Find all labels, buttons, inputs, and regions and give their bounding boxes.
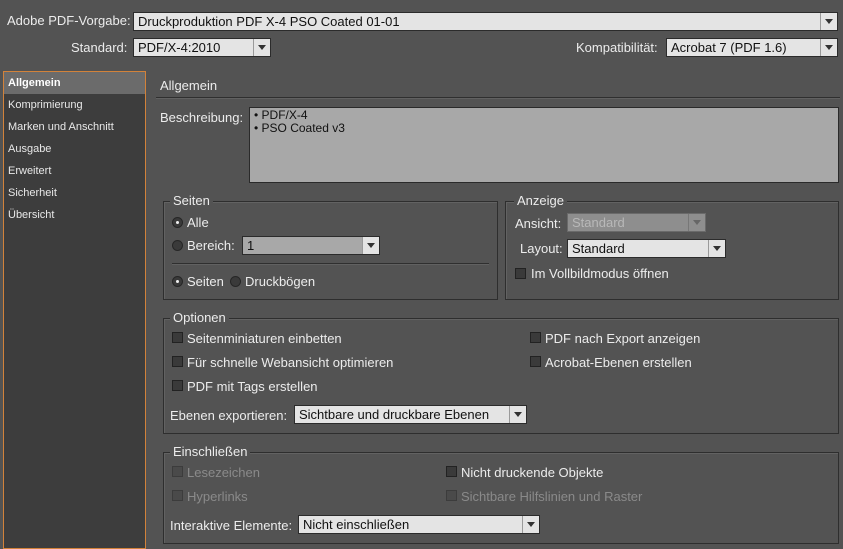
acrobat-layers-checkbox[interactable] bbox=[530, 356, 541, 367]
sidebar: Allgemein Komprimierung Marken und Ansch… bbox=[3, 71, 146, 549]
chevron-down-icon bbox=[522, 516, 539, 533]
seiten-divider bbox=[172, 263, 489, 264]
bookmarks-checkbox bbox=[172, 466, 183, 477]
preset-label: Adobe PDF-Vorgabe: bbox=[7, 13, 131, 28]
section-title: Allgemein bbox=[160, 78, 218, 93]
view-value: Standard bbox=[572, 215, 625, 230]
chevron-down-icon bbox=[820, 39, 837, 56]
standard-label: Standard: bbox=[71, 40, 128, 55]
sidebar-item-allgemein[interactable]: Allgemein bbox=[4, 72, 145, 94]
export-layers-value: Sichtbare und druckbare Ebenen bbox=[299, 407, 490, 422]
preset-dropdown[interactable]: Druckproduktion PDF X-4 PSO Coated 01-01 bbox=[133, 12, 838, 31]
range-value: 1 bbox=[247, 238, 255, 253]
chevron-down-icon bbox=[253, 39, 270, 56]
view-after-export-checkbox[interactable] bbox=[530, 332, 541, 343]
guides-grids-checkbox bbox=[446, 490, 457, 501]
export-layers-dropdown[interactable]: Sichtbare und druckbare Ebenen bbox=[294, 405, 527, 424]
layout-label: Layout: bbox=[520, 241, 563, 256]
fullscreen-checkbox[interactable] bbox=[515, 268, 526, 279]
view-after-export-label: PDF nach Export anzeigen bbox=[545, 331, 701, 346]
tagged-pdf-checkbox[interactable] bbox=[172, 380, 183, 391]
nonprinting-objects-label: Nicht druckende Objekte bbox=[461, 465, 604, 480]
tagged-pdf-label: PDF mit Tags erstellen bbox=[187, 379, 318, 394]
radio-range[interactable] bbox=[172, 240, 183, 251]
layout-dropdown[interactable]: Standard bbox=[567, 239, 726, 258]
description-line: • PSO Coated v3 bbox=[254, 121, 345, 135]
interactive-elements-label: Interaktive Elemente: bbox=[170, 518, 293, 533]
view-label: Ansicht: bbox=[515, 216, 562, 231]
section-divider bbox=[156, 97, 840, 98]
sidebar-item-komprimierung[interactable]: Komprimierung bbox=[4, 94, 145, 116]
sidebar-item-uebersicht[interactable]: Übersicht bbox=[4, 204, 145, 226]
interactive-elements-dropdown[interactable]: Nicht einschließen bbox=[298, 515, 540, 534]
fastweb-label: Für schnelle Webansicht optimieren bbox=[187, 355, 394, 370]
nonprinting-objects-checkbox[interactable] bbox=[446, 466, 457, 477]
layout-value: Standard bbox=[572, 241, 625, 256]
view-dropdown: Standard bbox=[567, 213, 706, 232]
guides-grids-label: Sichtbare Hilfslinien und Raster bbox=[461, 489, 643, 504]
standard-value: PDF/X-4:2010 bbox=[138, 40, 221, 55]
acrobat-layers-label: Acrobat-Ebenen erstellen bbox=[545, 355, 692, 370]
chevron-down-icon bbox=[362, 237, 379, 254]
include-group-title: Einschließen bbox=[170, 445, 251, 459]
bookmarks-label: Lesezeichen bbox=[187, 465, 260, 480]
compat-label: Kompatibilität: bbox=[576, 40, 658, 55]
chevron-down-icon bbox=[820, 13, 837, 30]
thumbnails-label: Seitenminiaturen einbetten bbox=[187, 331, 342, 346]
export-layers-label: Ebenen exportieren: bbox=[170, 408, 288, 423]
radio-spreads[interactable] bbox=[230, 276, 241, 287]
radio-all[interactable] bbox=[172, 217, 183, 228]
spreads-label: Druckbögen bbox=[245, 274, 316, 289]
chevron-down-icon bbox=[688, 214, 705, 231]
anzeige-group-title: Anzeige bbox=[514, 194, 567, 208]
description-label: Beschreibung: bbox=[160, 110, 244, 125]
compat-dropdown[interactable]: Acrobat 7 (PDF 1.6) bbox=[666, 38, 838, 57]
radio-pages[interactable] bbox=[172, 276, 183, 287]
fullscreen-label: Im Vollbildmodus öffnen bbox=[531, 266, 669, 281]
chevron-down-icon bbox=[509, 406, 526, 423]
description-textarea[interactable]: • PDF/X-4 • PSO Coated v3 bbox=[249, 107, 839, 183]
hyperlinks-label: Hyperlinks bbox=[187, 489, 248, 504]
sidebar-item-marken-und-anschnitt[interactable]: Marken und Anschnitt bbox=[4, 116, 145, 138]
range-label: Bereich: bbox=[187, 238, 235, 253]
optionen-group-title: Optionen bbox=[170, 311, 229, 325]
preset-value: Druckproduktion PDF X-4 PSO Coated 01-01 bbox=[138, 14, 400, 29]
sidebar-item-ausgabe[interactable]: Ausgabe bbox=[4, 138, 145, 160]
sidebar-item-erweitert[interactable]: Erweitert bbox=[4, 160, 145, 182]
interactive-elements-value: Nicht einschließen bbox=[303, 517, 410, 532]
range-input[interactable]: 1 bbox=[242, 236, 380, 255]
pages-label: Seiten bbox=[187, 274, 224, 289]
all-label: Alle bbox=[187, 215, 209, 230]
thumbnails-checkbox[interactable] bbox=[172, 332, 183, 343]
standard-dropdown[interactable]: PDF/X-4:2010 bbox=[133, 38, 271, 57]
chevron-down-icon bbox=[708, 240, 725, 257]
compat-value: Acrobat 7 (PDF 1.6) bbox=[671, 40, 787, 55]
sidebar-item-sicherheit[interactable]: Sicherheit bbox=[4, 182, 145, 204]
fastweb-checkbox[interactable] bbox=[172, 356, 183, 367]
seiten-group-title: Seiten bbox=[170, 194, 213, 208]
hyperlinks-checkbox bbox=[172, 490, 183, 501]
